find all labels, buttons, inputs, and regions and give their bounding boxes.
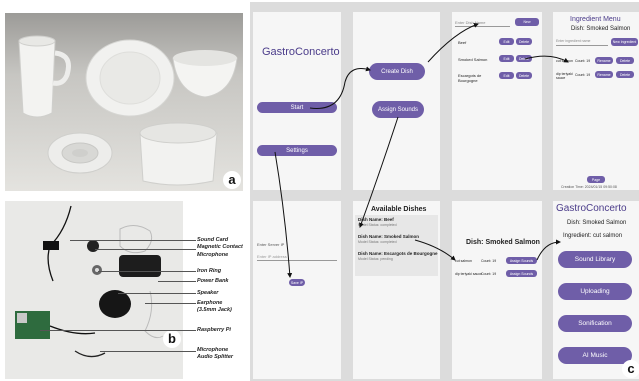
dish-name-input[interactable]: Enter Dish Name: [455, 20, 485, 25]
panel-badge-c: c: [622, 360, 639, 378]
callout-raspberry-pi: Raspberry Pi: [197, 327, 231, 333]
ingredient-count: Count: 19: [481, 259, 497, 263]
screen-ingredient-menu: Ingredient Menu Dish: Smoked Salmon Ente…: [553, 12, 639, 190]
panel-badge-a: a: [223, 171, 241, 189]
photo-hardware: b: [5, 201, 183, 379]
dish-item-smoked-salmon: Smoked Salmon: [458, 57, 488, 62]
dish-card-name: Dish Name: Beef: [358, 217, 394, 222]
ingredient-menu-dish: Dish: Smoked Salmon: [571, 26, 631, 32]
save-ip-button[interactable]: Save IP: [289, 279, 305, 286]
screen-dish-detail: Dish: Smoked Salmon cut salmon Count: 19…: [452, 201, 542, 379]
server-ip-label: Enter Server IP: [257, 242, 285, 247]
creation-time: Creation Time: 2024/01/15 09:50:08: [561, 185, 617, 189]
ai-music-button[interactable]: AI Music: [558, 347, 632, 364]
new-ingredient-button[interactable]: New Ingredient: [611, 38, 638, 46]
new-dish-button[interactable]: New: [515, 18, 539, 26]
ingredient-name: cut salmon: [455, 259, 472, 263]
delete-button-escargots[interactable]: Delete: [516, 72, 532, 79]
dish-card-status: Model Status: completed: [358, 223, 397, 227]
delete-button-beef[interactable]: Delete: [516, 38, 532, 45]
screen-sound-menu: GastroConcerto Dish: Smoked Salmon Ingre…: [553, 201, 639, 379]
dish-card-name: Dish Name: Escargots de Bourgogne: [358, 251, 438, 256]
callout-magnetic-contact: Magnetic Contact: [197, 244, 243, 250]
photo-tableware: a: [5, 13, 243, 191]
callout-sound-card: Sound Card: [197, 237, 229, 243]
sound-menu-dish: Dish: Smoked Salmon: [567, 220, 627, 226]
callout-earphone: Earphone: [197, 300, 223, 306]
callout-earphone-jack: (3.5mm Jack): [197, 307, 232, 313]
rename-button[interactable]: Rename: [595, 71, 613, 78]
edit-button-escargots[interactable]: Edit: [499, 72, 514, 79]
screen-create-assign: Create Dish Assign Sounds: [353, 12, 440, 190]
assign-sounds-row-button[interactable]: Assign Sounds: [506, 257, 537, 264]
sound-menu-app-title: GastroConcerto: [556, 203, 627, 214]
sound-library-button[interactable]: Sound Library: [558, 251, 632, 268]
server-ip-input[interactable]: Enter IP address: [257, 254, 287, 259]
ingredient-name-input[interactable]: Enter ingredient name: [556, 39, 590, 43]
assign-sounds-row-button[interactable]: Assign Sounds: [506, 270, 537, 277]
ingredient-row-count: Count: 19: [575, 73, 591, 77]
dish-detail-title: Dish: Smoked Salmon: [466, 239, 540, 246]
panel-badge-b: b: [163, 330, 181, 348]
callout-microphone-2: Microphone: [197, 347, 229, 353]
screen-home: GastroConcerto Start Settings: [253, 12, 341, 190]
create-dish-button[interactable]: Create Dish: [369, 63, 425, 80]
dish-item-beef: Beef: [458, 40, 467, 45]
dish-card-status: Model Status: completed: [358, 240, 397, 244]
dish-card-name: Dish Name: Smoked Salmon: [358, 234, 420, 239]
delete-ingredient-button[interactable]: Delete: [616, 57, 634, 64]
delete-ingredient-button[interactable]: Delete: [616, 71, 634, 78]
dish-card-status: Model Status: pending: [358, 257, 393, 261]
callout-microphone: Microphone: [197, 252, 229, 258]
uploading-button[interactable]: Uploading: [558, 283, 632, 300]
screen-available-dishes: Available Dishes Dish Name: Beef Model S…: [353, 201, 440, 379]
hardware-illustration: [15, 205, 164, 358]
rename-button[interactable]: Rename: [595, 57, 613, 64]
sound-menu-ingredient: Ingredient: cut salmon: [563, 233, 623, 239]
screen-settings: Enter Server IP Enter IP address Save IP: [253, 201, 341, 379]
ingredient-row-name: cut salmon: [556, 59, 573, 63]
screen-dish-list: Enter Dish Name New Beef Edit Delete Smo…: [452, 12, 542, 190]
ingredient-row-count: Count: 19: [575, 59, 591, 63]
assign-sounds-button[interactable]: Assign Sounds: [372, 101, 424, 118]
callout-speaker: Speaker: [197, 290, 219, 296]
ingredient-menu-title: Ingredient Menu: [570, 16, 621, 23]
tableware-illustration: [18, 35, 238, 186]
edit-button-beef[interactable]: Edit: [499, 38, 514, 45]
app-title: GastroConcerto: [262, 46, 340, 58]
delete-button-salmon[interactable]: Delete: [516, 55, 532, 62]
sonification-button[interactable]: Sonification: [558, 315, 632, 332]
edit-button-salmon[interactable]: Edit: [499, 55, 514, 62]
callout-audio-splitter: Audio Splitter: [197, 354, 234, 360]
ingredient-count: Count: 19: [481, 272, 497, 276]
start-button[interactable]: Start: [257, 102, 337, 113]
page-button[interactable]: Page: [587, 176, 605, 183]
callout-iron-ring: Iron Ring: [197, 268, 222, 274]
settings-button[interactable]: Settings: [257, 145, 337, 156]
ingredient-row-name: dip teriyaki sauce: [556, 72, 573, 80]
app-screens-panel: GastroConcerto Start Settings Create Dis…: [250, 2, 639, 381]
ingredient-name: dip teriyaki sauce: [455, 272, 483, 276]
available-dishes-title: Available Dishes: [371, 206, 427, 213]
dish-item-escargots: Escargots de Bourgogne: [458, 73, 482, 83]
callout-power-bank: Power Bank: [197, 278, 229, 284]
